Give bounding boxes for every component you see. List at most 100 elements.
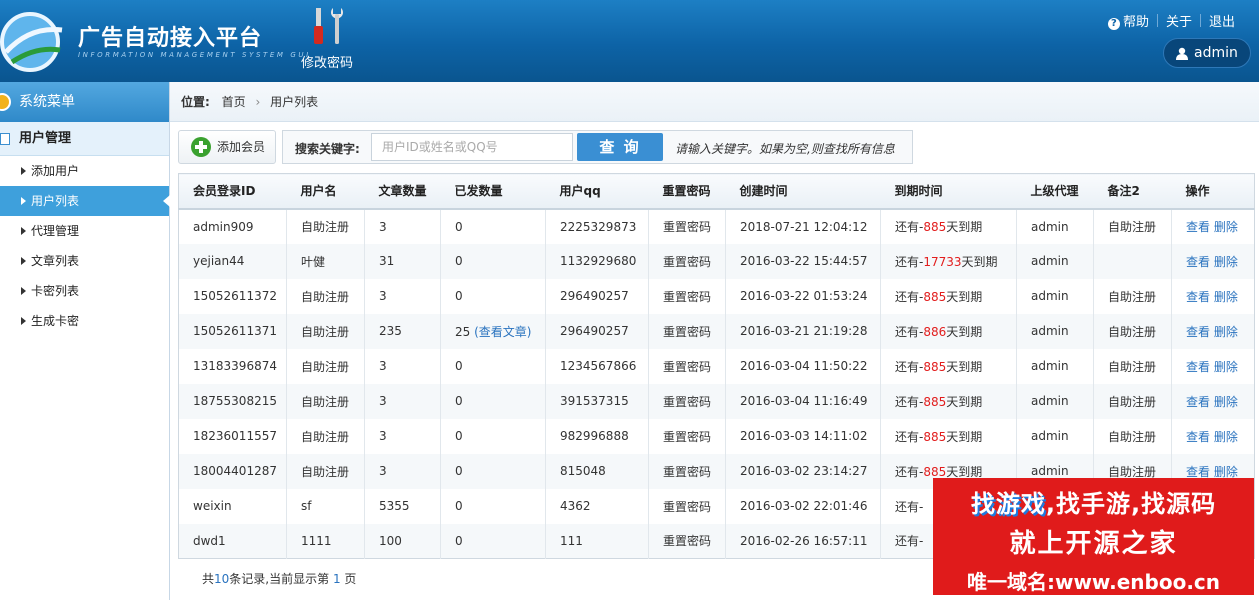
expiry-prefix: 还有- — [895, 499, 924, 514]
help-link[interactable]: ? 帮助 — [1100, 11, 1157, 30]
sidebar-item-article-list[interactable]: 文章列表 — [0, 246, 169, 276]
reset-password-link[interactable]: 重置密码 — [648, 453, 726, 489]
delete-link[interactable]: 删除 — [1214, 325, 1238, 339]
expiry-prefix: 还有- — [895, 429, 924, 444]
cell-created-time: 2016-03-04 11:16:49 — [725, 383, 881, 419]
expiry-days: 885 — [923, 359, 947, 374]
expiry-days: 885 — [923, 429, 947, 444]
column-header[interactable]: 到期时间 — [880, 173, 1017, 210]
pager-total: 10 — [214, 572, 230, 586]
delete-link[interactable]: 删除 — [1214, 395, 1238, 409]
expiry-suffix: 天到期 — [961, 254, 998, 269]
delete-link[interactable]: 删除 — [1214, 220, 1238, 234]
plus-icon — [191, 137, 211, 157]
cell-qq: 982996888 — [545, 418, 649, 454]
cell-login-id: 13183396874 — [178, 348, 287, 384]
cell-sent-count: 0 — [440, 488, 546, 524]
search-label: 搜索关键字: — [295, 142, 360, 156]
expiry-days: 885 — [923, 289, 947, 304]
cell-qq: 1132929680 — [545, 243, 649, 279]
sidebar-item-card-list[interactable]: 卡密列表 — [0, 276, 169, 306]
sidebar-item-label: 文章列表 — [31, 254, 80, 268]
change-password-tool[interactable]: 修改密码 — [296, 4, 358, 71]
cell-sent-count: 25 (查看文章) — [440, 313, 546, 349]
delete-link[interactable]: 删除 — [1214, 290, 1238, 304]
sent-count: 0 — [455, 464, 463, 478]
reset-password-link[interactable]: 重置密码 — [648, 348, 726, 384]
column-header[interactable]: 备注2 — [1093, 173, 1172, 210]
view-link[interactable]: 查看 — [1186, 220, 1210, 234]
reset-password-link[interactable]: 重置密码 — [648, 523, 726, 559]
column-header[interactable]: 上级代理 — [1016, 173, 1094, 210]
view-link[interactable]: 查看 — [1186, 395, 1210, 409]
search-button[interactable]: 查 询 — [577, 133, 663, 161]
view-link[interactable]: 查看 — [1186, 290, 1210, 304]
about-link[interactable]: 关于 — [1158, 11, 1200, 30]
reset-password-link[interactable]: 重置密码 — [648, 313, 726, 349]
expiry-days: 885 — [923, 220, 947, 234]
logout-link[interactable]: 退出 — [1201, 11, 1243, 30]
view-link[interactable]: 查看 — [1186, 430, 1210, 444]
cell-article-count: 3 — [364, 208, 441, 244]
reset-password-link[interactable]: 重置密码 — [648, 278, 726, 314]
view-link[interactable]: 查看 — [1186, 255, 1210, 269]
sidebar-item-generate-card[interactable]: 生成卡密 — [0, 306, 169, 336]
ad-banner[interactable]: 找游戏,找手游,找源码 就上开源之家 唯一域名:www.enboo.cn — [933, 478, 1254, 595]
cell-sent-count: 0 — [440, 383, 546, 419]
top-header: 广告自动接入平台 INFORMATION MANAGEMENT SYSTEM G… — [0, 0, 1259, 82]
pager-page[interactable]: 1 — [333, 572, 341, 586]
cell-username: 自助注册 — [286, 208, 365, 244]
user-menu[interactable]: admin — [1163, 38, 1251, 68]
breadcrumb: 位置: 首页 › 用户列表 — [170, 82, 1259, 122]
view-link[interactable]: 查看 — [1186, 360, 1210, 374]
delete-link[interactable]: 删除 — [1214, 465, 1238, 479]
expiry-prefix: 还有- — [895, 464, 924, 479]
reset-password-link[interactable]: 重置密码 — [648, 488, 726, 524]
sent-count: 0 — [455, 394, 463, 408]
reset-password-link[interactable]: 重置密码 — [648, 383, 726, 419]
view-link[interactable]: 查看 — [1186, 465, 1210, 479]
cell-created-time: 2018-07-21 12:04:12 — [725, 208, 881, 244]
search-bar: 搜索关键字: 用户ID或姓名或QQ号 查 询 请输入关键字。如果为空,则查找所有… — [282, 130, 913, 164]
column-header[interactable]: 创建时间 — [725, 173, 881, 210]
cell-article-count: 235 — [364, 313, 441, 349]
breadcrumb-label: 位置: — [181, 95, 210, 109]
cell-sent-count: 0 — [440, 208, 546, 244]
cell-username: 1111 — [286, 523, 365, 559]
sidebar-item-agent-management[interactable]: 代理管理 — [0, 216, 169, 246]
cell-username: 自助注册 — [286, 313, 365, 349]
sidebar-item-add-user[interactable]: 添加用户 — [0, 156, 169, 186]
cell-expiry: 还有-886天到期 — [880, 313, 1017, 349]
view-link[interactable]: 查看 — [1186, 325, 1210, 339]
breadcrumb-home[interactable]: 首页 — [222, 95, 246, 109]
delete-link[interactable]: 删除 — [1214, 430, 1238, 444]
delete-link[interactable]: 删除 — [1214, 360, 1238, 374]
pager-prefix: 共 — [202, 572, 215, 586]
sidebar-item-user-list[interactable]: 用户列表 — [0, 186, 170, 216]
column-header[interactable]: 用户qq — [545, 173, 649, 210]
cell-login-id: 18755308215 — [178, 383, 287, 419]
column-header[interactable]: 操作 — [1171, 173, 1255, 210]
cell-agent: admin — [1016, 313, 1094, 349]
search-hint: 请输入关键字。如果为空,则查找所有信息 — [675, 142, 895, 156]
column-header[interactable]: 用户名 — [286, 173, 365, 210]
add-member-button[interactable]: 添加会员 — [178, 130, 276, 164]
cell-created-time: 2016-03-02 22:01:46 — [725, 488, 881, 524]
delete-link[interactable]: 删除 — [1214, 255, 1238, 269]
cell-agent: admin — [1016, 418, 1094, 454]
reset-password-link[interactable]: 重置密码 — [648, 243, 726, 279]
expiry-suffix: 天到期 — [946, 324, 983, 339]
reset-password-link[interactable]: 重置密码 — [648, 418, 726, 454]
sent-count: 25 — [455, 324, 471, 339]
sidebar-item-label: 用户列表 — [31, 194, 80, 208]
user-icon — [1176, 47, 1188, 60]
reset-password-link[interactable]: 重置密码 — [648, 208, 726, 244]
column-header[interactable]: 已发数量 — [440, 173, 546, 210]
view-articles-link[interactable]: (查看文章) — [474, 325, 531, 339]
expiry-prefix: 还有- — [895, 289, 924, 304]
column-header[interactable]: 文章数量 — [364, 173, 441, 210]
column-header[interactable]: 会员登录ID — [178, 173, 287, 210]
sidebar-group-user-management[interactable]: 用户管理 — [0, 122, 169, 156]
search-input[interactable]: 用户ID或姓名或QQ号 — [371, 133, 573, 161]
column-header[interactable]: 重置密码 — [648, 173, 726, 210]
